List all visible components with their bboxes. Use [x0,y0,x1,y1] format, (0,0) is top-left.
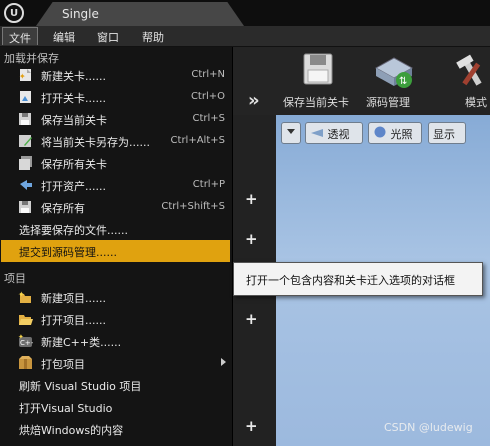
save-as-icon [19,135,32,147]
viewport-options-button[interactable] [281,122,301,144]
tooltip-text: 打开一个包含内容和关卡迁入选项的对话框 [246,274,455,287]
add-icon[interactable]: + [245,310,258,328]
lit-sphere-icon [374,126,386,138]
open-asset-icon [20,180,32,190]
menu-item-save-current-level[interactable]: 保存当前关卡 Ctrl+S [1,108,230,130]
menu-item-label: 保存当前关卡 [41,114,107,127]
save-all-levels-icon [19,156,32,170]
svg-text:✦: ✦ [18,290,25,299]
menu-item-label: 选择要保存的文件...... [19,224,128,237]
menu-item-save-all[interactable]: 保存所有 Ctrl+Shift+S [1,196,230,218]
menu-item-shortcut: Ctrl+S [192,113,225,124]
new-level-icon: ✦ [19,69,31,81]
show-label: 显示 [433,128,455,141]
package-project-icon [19,356,32,369]
add-icon[interactable]: + [245,417,258,435]
menu-item-save-all-levels[interactable]: 保存所有关卡 [1,152,230,174]
menu-item-label: 保存所有 [41,202,85,215]
menu-item-shortcut: Ctrl+N [191,69,225,80]
watermark: CSDN @ludewig [384,421,473,434]
save-current-level-label: 保存当前关卡 [283,96,349,109]
add-icon[interactable]: + [245,190,258,208]
menu-item-label: 保存所有关卡 [41,158,107,171]
save-current-level-button[interactable]: 保存当前关卡 [280,50,356,112]
save-icon [19,113,31,125]
unreal-logo-icon: U [4,3,24,23]
menu-item-submit-to-source-control[interactable]: 提交到源码管理...... [1,240,230,262]
menu-item-label: 打开关卡...... [41,92,106,105]
menu-item-label: 打开资产...... [41,180,106,193]
svg-text:✦: ✦ [18,334,24,341]
toolbar-expand-icon[interactable]: » [248,90,260,111]
submenu-arrow-icon [221,358,226,366]
menu-file[interactable]: 文件 [2,27,38,45]
menu-help[interactable]: 帮助 [136,27,170,45]
open-project-icon [19,315,33,325]
source-control-label: 源码管理 [366,96,410,109]
svg-text:⇅: ⇅ [399,76,407,87]
menu-item-open-project[interactable]: 打开项目...... [1,308,230,330]
tooltip: 打开一个包含内容和关卡迁入选项的对话框 [233,262,483,296]
menu-item-label: 新建项目...... [41,292,106,305]
modes-label: 模式 [465,96,487,109]
menu-item-shortcut: Ctrl+P [192,179,225,190]
menu-item-shortcut: Ctrl+Shift+S [161,201,225,212]
new-cpp-class-icon: C++✦ [18,334,33,347]
menu-item-refresh-vs-project[interactable]: 刷新 Visual Studio 项目 [1,374,230,396]
level-tab-label: Single [62,7,99,21]
chevron-down-icon [287,129,295,134]
menu-item-new-level[interactable]: ✦ 新建关卡...... Ctrl+N [1,64,230,86]
section-header-project: 项目 [4,272,26,285]
menu-item-new-cpp-class[interactable]: C++✦ 新建C++类...... [1,330,230,352]
menu-item-label: 打开项目...... [41,314,106,327]
lit-label: 光照 [390,128,413,141]
lit-button[interactable]: 光照 [368,122,422,144]
menu-item-open-visual-studio[interactable]: 打开Visual Studio [1,396,230,418]
show-button[interactable]: 显示 [428,122,466,144]
source-control-button[interactable]: ⇅ 源码管理 [364,50,430,112]
menu-item-label: 提交到源码管理...... [19,246,117,259]
menu-item-label: 将当前关卡另存为...... [41,136,150,149]
menu-item-shortcut: Ctrl+Alt+S [170,135,225,146]
menu-edit[interactable]: 编辑 [47,27,81,45]
menu-item-shortcut: Ctrl+O [190,91,225,102]
menu-item-label: 打开Visual Studio [19,402,113,415]
menu-bar: 文件 编辑 窗口 帮助 [0,26,490,47]
perspective-icon [311,129,323,137]
new-project-icon: ✦ [18,290,31,303]
menu-item-cook-windows-content[interactable]: 烘焙Windows的内容 [1,418,230,440]
menu-item-open-asset[interactable]: 打开资产...... Ctrl+P [1,174,230,196]
modes-button[interactable]: 模式 [452,50,490,112]
add-icon[interactable]: + [245,230,258,248]
tools-icon [456,54,482,86]
menu-item-label: 烘焙Windows的内容 [19,424,124,437]
menu-item-new-project[interactable]: ✦ 新建项目...... [1,286,230,308]
source-control-icon: ⇅ [374,57,414,88]
menu-window[interactable]: 窗口 [91,27,125,45]
file-menu-dropdown: 加载并保存 ✦ 新建关卡...... Ctrl+N 打开关卡...... Ctr… [0,47,233,446]
title-bar: U Single [0,0,490,26]
menu-item-choose-files-to-save[interactable]: 选择要保存的文件...... [1,218,230,240]
perspective-button[interactable]: 透视 [305,122,363,144]
floppy-disk-icon [303,53,333,85]
menu-item-package-project[interactable]: 打包项目 [1,352,230,374]
svg-text:✦: ✦ [19,72,26,81]
level-tab[interactable]: Single [36,2,244,26]
perspective-label: 透视 [327,128,350,141]
save-all-icon [19,201,31,213]
menu-item-open-level[interactable]: 打开关卡...... Ctrl+O [1,86,230,108]
menu-item-save-level-as[interactable]: 将当前关卡另存为...... Ctrl+Alt+S [1,130,230,152]
logo-letter: U [9,7,19,19]
open-level-icon [20,91,31,103]
menu-item-label: 新建C++类...... [41,336,122,349]
menu-item-label: 打包项目 [41,358,85,371]
menu-item-label: 刷新 Visual Studio 项目 [19,380,142,393]
menu-item-label: 新建关卡...... [41,70,106,83]
